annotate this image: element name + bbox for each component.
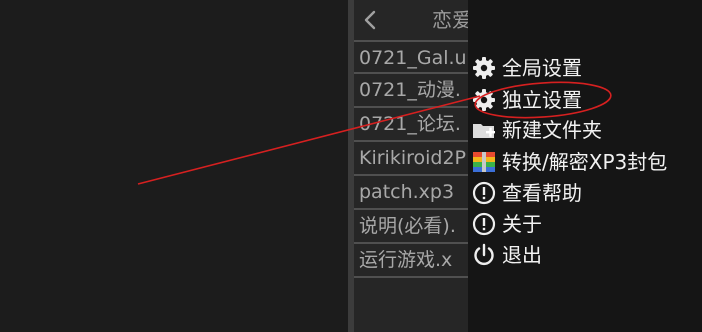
file-name: 0721_Gal.u: [359, 47, 467, 69]
menu-item-global-settings[interactable]: 全局设置: [472, 53, 582, 83]
file-name: 说明(必看).: [359, 215, 456, 237]
gear-icon: [473, 57, 495, 79]
context-menu: 全局设置 独立设置 新建文件夹 转换/解密XP3封包 查看帮助 关于 退出: [468, 0, 702, 332]
menu-item-label: 查看帮助: [502, 181, 582, 205]
file-name: 0721_论坛.: [359, 113, 461, 135]
menu-item-new-folder[interactable]: 新建文件夹: [472, 115, 602, 145]
menu-item-label: 关于: [502, 212, 542, 236]
menu-item-convert-decrypt-xp3[interactable]: 转换/解密XP3封包: [472, 147, 667, 177]
left-pane: [0, 0, 348, 332]
archive-icon: [473, 152, 495, 172]
menu-item-label: 全局设置: [502, 56, 582, 80]
chevron-left-icon[interactable]: [358, 6, 382, 34]
file-item[interactable]: patch.xp3: [354, 176, 474, 210]
info-icon: [472, 181, 496, 205]
menu-item-exit[interactable]: 退出: [472, 240, 542, 270]
file-item[interactable]: Kirikiroid2P: [354, 142, 474, 176]
folder-title: 恋爱: [432, 8, 472, 32]
file-item[interactable]: 0721_动漫.: [354, 74, 474, 108]
menu-item-label: 新建文件夹: [502, 118, 602, 142]
menu-item-about[interactable]: 关于: [472, 209, 542, 239]
power-icon: [474, 243, 494, 266]
file-item[interactable]: 运行游戏.x: [354, 244, 474, 278]
gear-icon: [473, 89, 495, 111]
file-name: 0721_动漫.: [359, 79, 461, 101]
file-name: 运行游戏.x: [359, 249, 453, 271]
menu-item-help[interactable]: 查看帮助: [472, 178, 582, 208]
menu-item-label: 独立设置: [502, 88, 582, 112]
info-icon: [472, 212, 496, 236]
menu-item-label: 转换/解密XP3封包: [502, 150, 668, 174]
file-item[interactable]: 说明(必看).: [354, 210, 474, 244]
folder-plus-icon: [473, 124, 495, 138]
app-screen: 恋爱 0721_Gal.u 0721_动漫. 0721_论坛. Kirikiro…: [0, 0, 702, 332]
file-item[interactable]: 0721_Gal.u: [354, 40, 474, 74]
file-list: 0721_Gal.u 0721_动漫. 0721_论坛. Kirikiroid2…: [354, 40, 474, 278]
menu-item-label: 退出: [502, 243, 542, 267]
file-item[interactable]: 0721_论坛.: [354, 108, 474, 142]
file-name: Kirikiroid2P: [359, 147, 467, 169]
menu-item-independent-settings[interactable]: 独立设置: [472, 85, 582, 115]
file-name: patch.xp3: [359, 181, 455, 203]
